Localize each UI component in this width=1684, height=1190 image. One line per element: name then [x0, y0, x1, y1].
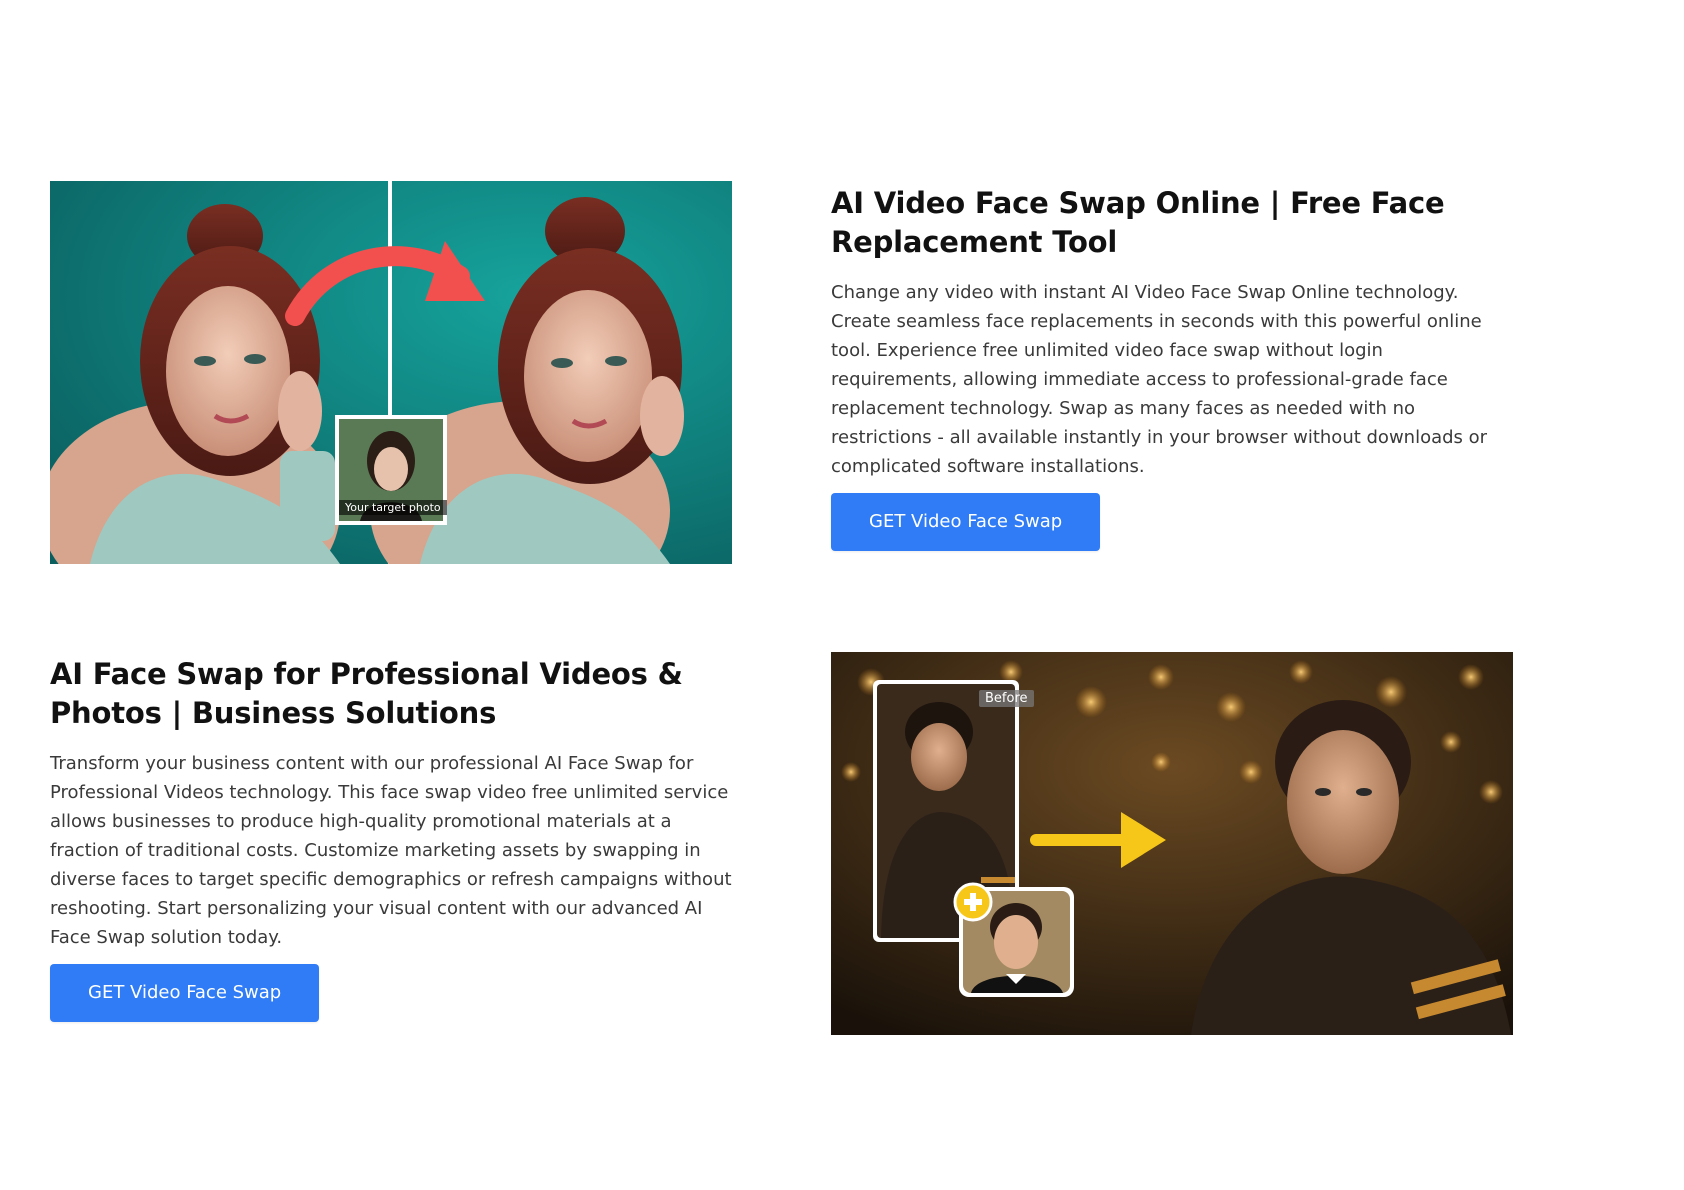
section-1-heading: AI Video Face Swap Online | Free Face Re…: [831, 186, 1445, 259]
plus-icon: [953, 882, 993, 922]
section-2-heading: AI Face Swap for Professional Videos & P…: [50, 657, 683, 730]
section-1-text: AI Video Face Swap Online | Free Face Re…: [831, 184, 1531, 551]
section-1-body: Change any video with instant AI Video F…: [831, 282, 1488, 477]
get-video-face-swap-button-2[interactable]: GET Video Face Swap: [50, 964, 320, 1022]
section-2-text: AI Face Swap for Professional Videos & P…: [50, 655, 740, 1022]
section-2-body: Transform your business content with our…: [50, 753, 732, 948]
face-swap-demo-image-2: Before: [831, 652, 1513, 1035]
get-video-face-swap-button[interactable]: GET Video Face Swap: [831, 493, 1101, 551]
face-swap-illustration-2: [831, 652, 1513, 1035]
before-label: Before: [979, 690, 1034, 707]
face-swap-demo-image-1: Your target photo: [50, 181, 732, 564]
target-photo-caption: Your target photo: [339, 500, 447, 515]
